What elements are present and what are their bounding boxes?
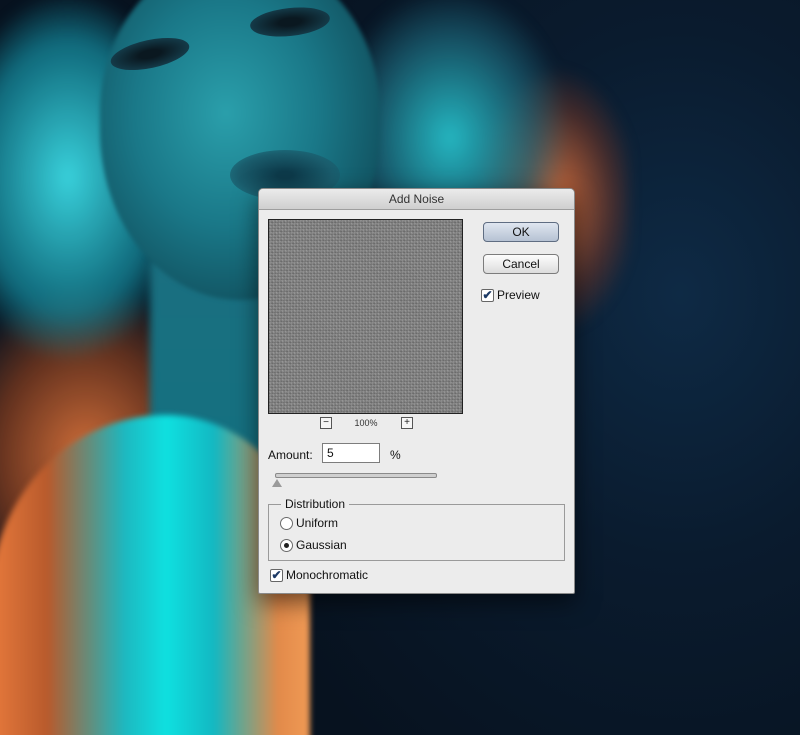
gaussian-radio[interactable] <box>280 539 293 552</box>
distribution-group <box>268 504 565 561</box>
amount-input[interactable] <box>322 443 380 463</box>
zoom-level: 100% <box>354 418 378 428</box>
uniform-label[interactable]: Uniform <box>296 516 338 530</box>
amount-slider-track[interactable] <box>275 473 437 478</box>
noise-preview-pane[interactable] <box>268 219 463 414</box>
monochromatic-label[interactable]: Monochromatic <box>286 568 368 582</box>
amount-label: Amount: <box>268 448 313 462</box>
add-noise-dialog: Add Noise − 100% + OK Cancel ✔ Preview A… <box>258 188 575 594</box>
gaussian-label[interactable]: Gaussian <box>296 538 347 552</box>
amount-unit: % <box>390 448 401 462</box>
dialog-title: Add Noise <box>259 189 574 210</box>
uniform-radio[interactable] <box>280 517 293 530</box>
monochromatic-checkbox-check-icon[interactable]: ✔ <box>270 569 283 582</box>
preview-checkbox-check-icon[interactable]: ✔ <box>481 289 494 302</box>
amount-slider-thumb[interactable] <box>272 479 282 487</box>
zoom-out-minus-icon[interactable]: − <box>320 417 332 429</box>
preview-label[interactable]: Preview <box>497 288 540 302</box>
distribution-title: Distribution <box>281 497 350 511</box>
ok-button[interactable]: OK <box>483 222 559 242</box>
cancel-button[interactable]: Cancel <box>483 254 559 274</box>
zoom-controls: − 100% + <box>268 417 463 431</box>
zoom-in-plus-icon[interactable]: + <box>401 417 413 429</box>
